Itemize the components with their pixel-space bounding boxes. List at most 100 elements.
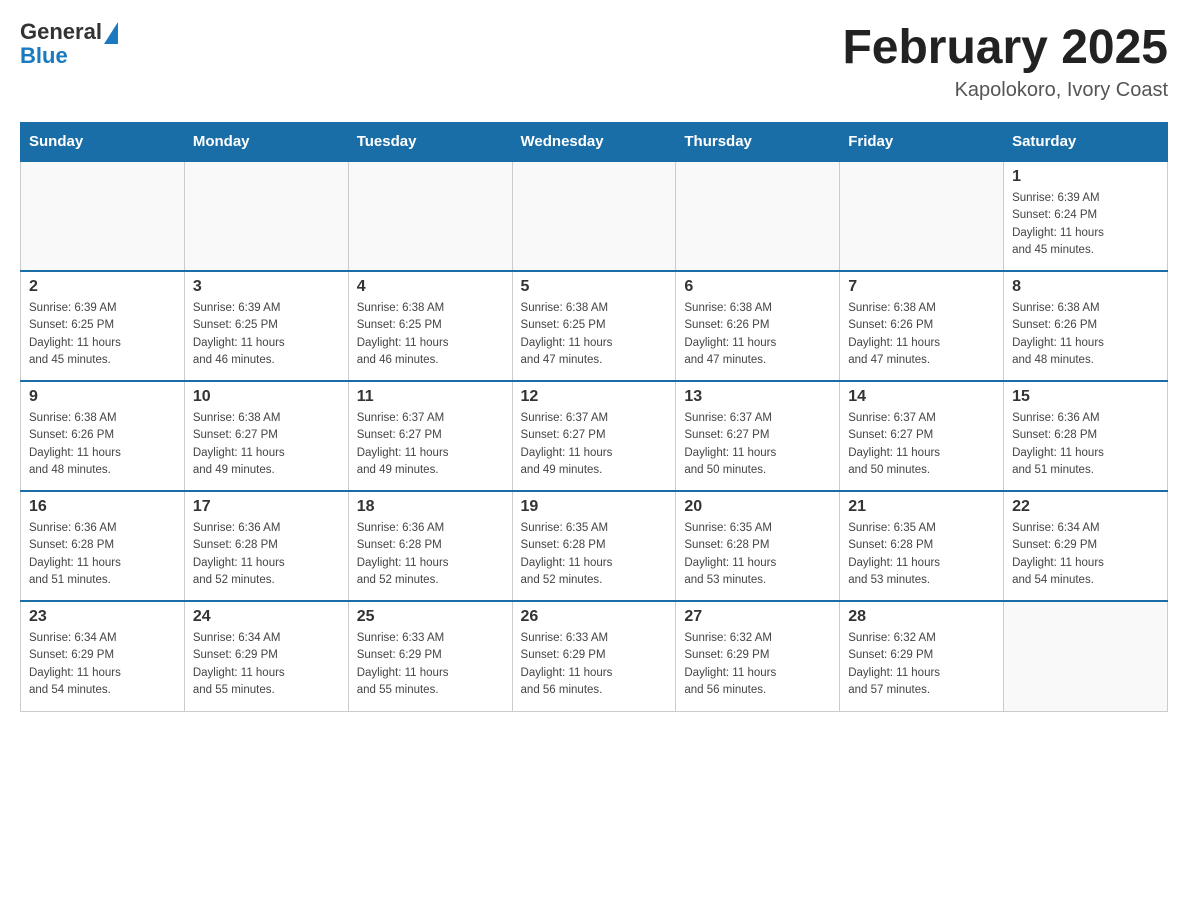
- day-number: 4: [357, 278, 504, 296]
- calendar-week-row: 2 Sunrise: 6:39 AM Sunset: 6:25 PM Daylig…: [21, 271, 1168, 381]
- calendar-cell: 14 Sunrise: 6:37 AM Sunset: 6:27 PM Dayli…: [840, 381, 1004, 491]
- calendar-cell: [840, 161, 1004, 271]
- day-info: Sunrise: 6:39 AM Sunset: 6:25 PM Dayligh…: [193, 300, 340, 369]
- day-info: Sunrise: 6:36 AM Sunset: 6:28 PM Dayligh…: [357, 520, 504, 589]
- day-info: Sunrise: 6:38 AM Sunset: 6:25 PM Dayligh…: [521, 300, 668, 369]
- day-number: 21: [848, 498, 995, 516]
- day-number: 24: [193, 608, 340, 626]
- day-number: 11: [357, 388, 504, 406]
- calendar-cell: 17 Sunrise: 6:36 AM Sunset: 6:28 PM Dayli…: [184, 491, 348, 601]
- calendar-week-row: 1Sunrise: 6:39 AM Sunset: 6:24 PM Daylig…: [21, 161, 1168, 271]
- day-number: 19: [521, 498, 668, 516]
- calendar-cell: 28 Sunrise: 6:32 AM Sunset: 6:29 PM Dayli…: [840, 601, 1004, 711]
- weekday-header-wednesday: Wednesday: [512, 123, 676, 162]
- calendar-week-row: 16 Sunrise: 6:36 AM Sunset: 6:28 PM Dayli…: [21, 491, 1168, 601]
- day-info: Sunrise: 6:39 AM Sunset: 6:25 PM Dayligh…: [29, 300, 176, 369]
- calendar-cell: 8 Sunrise: 6:38 AM Sunset: 6:26 PM Daylig…: [1004, 271, 1168, 381]
- day-number: 10: [193, 388, 340, 406]
- calendar-cell: 2 Sunrise: 6:39 AM Sunset: 6:25 PM Daylig…: [21, 271, 185, 381]
- logo-triangle-icon: [104, 22, 118, 44]
- day-info: Sunrise: 6:35 AM Sunset: 6:28 PM Dayligh…: [848, 520, 995, 589]
- day-number: 12: [521, 388, 668, 406]
- title-area: February 2025 Kapolokoro, Ivory Coast: [842, 20, 1168, 102]
- month-title: February 2025: [842, 20, 1168, 75]
- day-info: Sunrise: 6:36 AM Sunset: 6:28 PM Dayligh…: [1012, 410, 1159, 479]
- logo-blue-text: Blue: [20, 44, 118, 68]
- logo-general-text: General: [20, 20, 102, 44]
- weekday-header-thursday: Thursday: [676, 123, 840, 162]
- day-info: Sunrise: 6:32 AM Sunset: 6:29 PM Dayligh…: [684, 630, 831, 699]
- day-info: Sunrise: 6:38 AM Sunset: 6:26 PM Dayligh…: [1012, 300, 1159, 369]
- day-number: 2: [29, 278, 176, 296]
- calendar-cell: 26 Sunrise: 6:33 AM Sunset: 6:29 PM Dayli…: [512, 601, 676, 711]
- calendar-cell: 9 Sunrise: 6:38 AM Sunset: 6:26 PM Daylig…: [21, 381, 185, 491]
- weekday-header-sunday: Sunday: [21, 123, 185, 162]
- day-number: 9: [29, 388, 176, 406]
- day-number: 5: [521, 278, 668, 296]
- day-number: 3: [193, 278, 340, 296]
- weekday-header-monday: Monday: [184, 123, 348, 162]
- calendar-table: SundayMondayTuesdayWednesdayThursdayFrid…: [20, 122, 1168, 712]
- day-number: 26: [521, 608, 668, 626]
- weekday-header-row: SundayMondayTuesdayWednesdayThursdayFrid…: [21, 123, 1168, 162]
- calendar-cell: 23Sunrise: 6:34 AM Sunset: 6:29 PM Dayli…: [21, 601, 185, 711]
- day-number: 20: [684, 498, 831, 516]
- day-number: 14: [848, 388, 995, 406]
- day-info: Sunrise: 6:38 AM Sunset: 6:26 PM Dayligh…: [848, 300, 995, 369]
- calendar-cell: 1Sunrise: 6:39 AM Sunset: 6:24 PM Daylig…: [1004, 161, 1168, 271]
- day-number: 22: [1012, 498, 1159, 516]
- day-number: 27: [684, 608, 831, 626]
- day-info: Sunrise: 6:38 AM Sunset: 6:26 PM Dayligh…: [29, 410, 176, 479]
- day-info: Sunrise: 6:37 AM Sunset: 6:27 PM Dayligh…: [848, 410, 995, 479]
- day-info: Sunrise: 6:35 AM Sunset: 6:28 PM Dayligh…: [684, 520, 831, 589]
- calendar-cell: 18 Sunrise: 6:36 AM Sunset: 6:28 PM Dayli…: [348, 491, 512, 601]
- calendar-week-row: 9 Sunrise: 6:38 AM Sunset: 6:26 PM Daylig…: [21, 381, 1168, 491]
- day-info: Sunrise: 6:37 AM Sunset: 6:27 PM Dayligh…: [357, 410, 504, 479]
- calendar-cell: 19Sunrise: 6:35 AM Sunset: 6:28 PM Dayli…: [512, 491, 676, 601]
- day-info: Sunrise: 6:33 AM Sunset: 6:29 PM Dayligh…: [521, 630, 668, 699]
- calendar-cell: 13Sunrise: 6:37 AM Sunset: 6:27 PM Dayli…: [676, 381, 840, 491]
- day-number: 8: [1012, 278, 1159, 296]
- day-info: Sunrise: 6:38 AM Sunset: 6:26 PM Dayligh…: [684, 300, 831, 369]
- calendar-cell: [21, 161, 185, 271]
- day-number: 18: [357, 498, 504, 516]
- calendar-cell: 7 Sunrise: 6:38 AM Sunset: 6:26 PM Daylig…: [840, 271, 1004, 381]
- day-number: 17: [193, 498, 340, 516]
- day-number: 23: [29, 608, 176, 626]
- calendar-week-row: 23Sunrise: 6:34 AM Sunset: 6:29 PM Dayli…: [21, 601, 1168, 711]
- day-number: 1: [1012, 168, 1159, 186]
- day-info: Sunrise: 6:32 AM Sunset: 6:29 PM Dayligh…: [848, 630, 995, 699]
- calendar-cell: 21 Sunrise: 6:35 AM Sunset: 6:28 PM Dayli…: [840, 491, 1004, 601]
- calendar-cell: 12 Sunrise: 6:37 AM Sunset: 6:27 PM Dayli…: [512, 381, 676, 491]
- calendar-cell: 25Sunrise: 6:33 AM Sunset: 6:29 PM Dayli…: [348, 601, 512, 711]
- day-number: 15: [1012, 388, 1159, 406]
- day-number: 7: [848, 278, 995, 296]
- day-info: Sunrise: 6:36 AM Sunset: 6:28 PM Dayligh…: [29, 520, 176, 589]
- calendar-cell: [512, 161, 676, 271]
- calendar-cell: 20 Sunrise: 6:35 AM Sunset: 6:28 PM Dayli…: [676, 491, 840, 601]
- weekday-header-friday: Friday: [840, 123, 1004, 162]
- calendar-cell: [1004, 601, 1168, 711]
- calendar-cell: 22 Sunrise: 6:34 AM Sunset: 6:29 PM Dayli…: [1004, 491, 1168, 601]
- logo: General Blue: [20, 20, 118, 68]
- day-info: Sunrise: 6:38 AM Sunset: 6:25 PM Dayligh…: [357, 300, 504, 369]
- day-info: Sunrise: 6:37 AM Sunset: 6:27 PM Dayligh…: [684, 410, 831, 479]
- day-number: 16: [29, 498, 176, 516]
- day-info: Sunrise: 6:38 AM Sunset: 6:27 PM Dayligh…: [193, 410, 340, 479]
- day-number: 25: [357, 608, 504, 626]
- calendar-cell: 11 Sunrise: 6:37 AM Sunset: 6:27 PM Dayli…: [348, 381, 512, 491]
- day-info: Sunrise: 6:37 AM Sunset: 6:27 PM Dayligh…: [521, 410, 668, 479]
- weekday-header-saturday: Saturday: [1004, 123, 1168, 162]
- day-number: 6: [684, 278, 831, 296]
- day-info: Sunrise: 6:34 AM Sunset: 6:29 PM Dayligh…: [1012, 520, 1159, 589]
- calendar-cell: 15 Sunrise: 6:36 AM Sunset: 6:28 PM Dayli…: [1004, 381, 1168, 491]
- weekday-header-tuesday: Tuesday: [348, 123, 512, 162]
- day-info: Sunrise: 6:36 AM Sunset: 6:28 PM Dayligh…: [193, 520, 340, 589]
- page-header: General Blue February 2025 Kapolokoro, I…: [20, 20, 1168, 102]
- day-number: 28: [848, 608, 995, 626]
- location-title: Kapolokoro, Ivory Coast: [842, 79, 1168, 102]
- calendar-cell: 5 Sunrise: 6:38 AM Sunset: 6:25 PM Daylig…: [512, 271, 676, 381]
- calendar-cell: 16 Sunrise: 6:36 AM Sunset: 6:28 PM Dayli…: [21, 491, 185, 601]
- calendar-cell: 3 Sunrise: 6:39 AM Sunset: 6:25 PM Daylig…: [184, 271, 348, 381]
- calendar-cell: 4 Sunrise: 6:38 AM Sunset: 6:25 PM Daylig…: [348, 271, 512, 381]
